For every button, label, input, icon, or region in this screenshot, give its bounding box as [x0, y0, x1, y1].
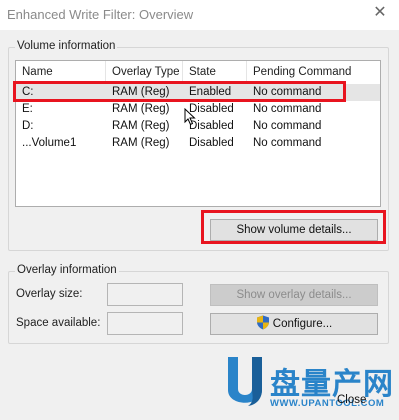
volume-pending-command: No command — [253, 120, 322, 132]
watermark-url: WWW.UPANTOOL.COM — [270, 398, 385, 409]
volume-pending-command: No command — [253, 103, 322, 115]
column-header-state[interactable]: State — [183, 61, 247, 83]
configure-button-label: Configure... — [272, 318, 333, 330]
volume-pending-command: No command — [253, 137, 322, 149]
volume-row[interactable]: ...Volume1 RAM (Reg) Disabled No command — [16, 135, 380, 152]
volume-name: ...Volume1 — [22, 137, 77, 149]
overlay-size-label: Overlay size: — [16, 288, 83, 300]
column-header-name[interactable]: Name — [16, 61, 106, 83]
volume-name: E: — [22, 103, 33, 115]
title-bar: Enhanced Write Filter: Overview ✕ — [0, 0, 399, 30]
mouse-cursor-icon — [184, 108, 196, 126]
window-title: Enhanced Write Filter: Overview — [7, 7, 194, 22]
volume-overlay-type: RAM (Reg) — [112, 137, 170, 149]
highlight-selected-volume — [13, 81, 346, 102]
uac-shield-icon — [256, 315, 269, 330]
watermark-u-logo — [228, 357, 262, 406]
volume-overlay-type: RAM (Reg) — [112, 120, 170, 132]
site-watermark: 盘量产网 WWW.UPANTOOL.COM — [216, 355, 399, 420]
space-available-field — [107, 312, 183, 335]
show-overlay-details-button[interactable]: Show overlay details... — [210, 284, 378, 306]
volume-row[interactable]: D: RAM (Reg) Disabled No command — [16, 118, 380, 135]
close-icon[interactable]: ✕ — [371, 4, 389, 22]
overlay-size-field — [107, 283, 183, 306]
configure-button[interactable]: Configure... — [210, 313, 378, 335]
column-header-overlay-type[interactable]: Overlay Type — [106, 61, 183, 83]
overlay-information-label: Overlay information — [15, 264, 119, 276]
volume-overlay-type: RAM (Reg) — [112, 103, 170, 115]
close-button[interactable]: Close — [337, 394, 366, 406]
highlight-show-details — [201, 210, 386, 244]
volume-information-label: Volume information — [15, 40, 118, 52]
volume-state: Disabled — [189, 137, 234, 149]
watermark-chinese-text: 盘量产网 — [270, 367, 394, 402]
column-header-pending-command[interactable]: Pending Command — [247, 61, 382, 83]
volume-name: D: — [22, 120, 34, 132]
space-available-label: Space available: — [16, 317, 101, 329]
volume-row[interactable]: E: RAM (Reg) Disabled No command — [16, 101, 380, 118]
volume-list-header: Name Overlay Type State Pending Command — [16, 61, 380, 83]
